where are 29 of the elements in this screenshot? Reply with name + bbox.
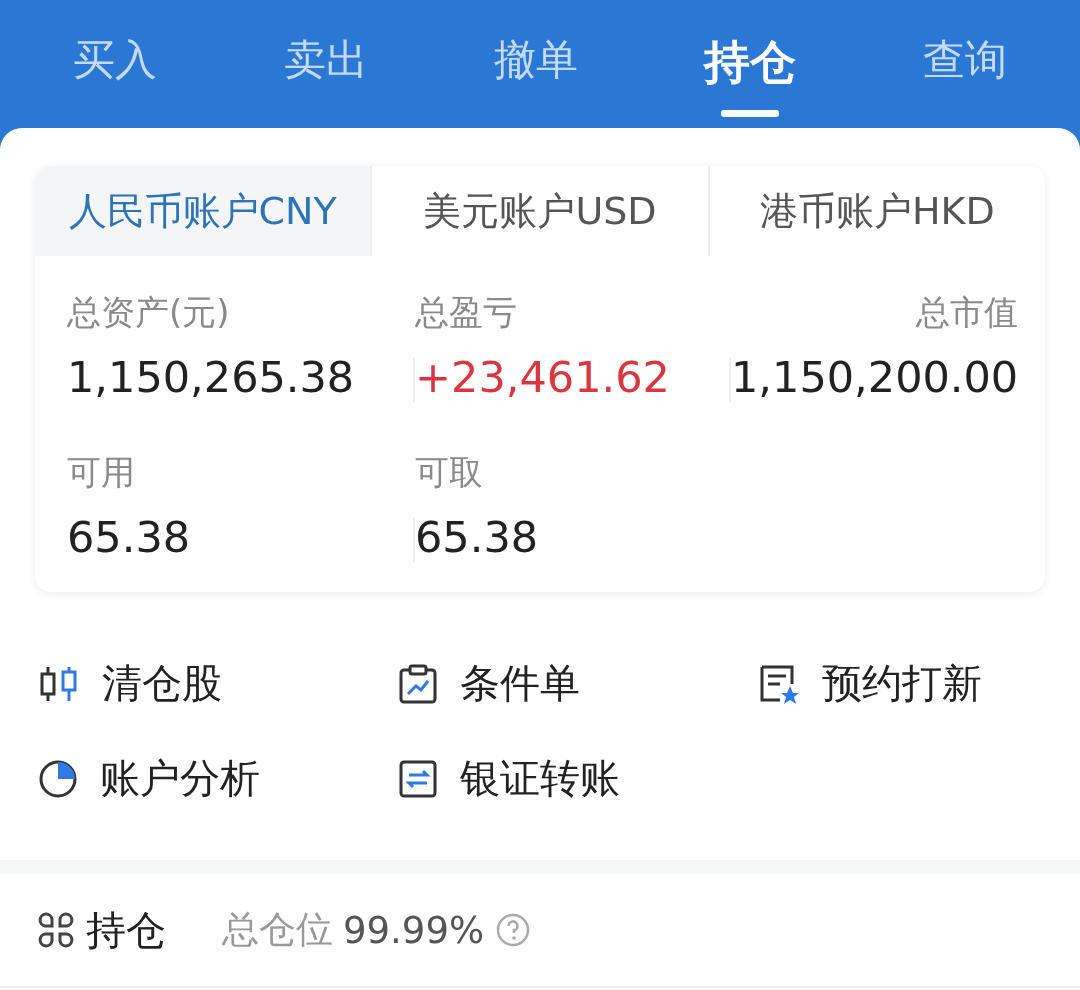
clipboard-chart-icon [398, 663, 438, 704]
help-icon[interactable] [496, 913, 531, 947]
stat-value: 1,150,200.00 [731, 352, 1019, 402]
grid-icon [36, 910, 76, 950]
account-tab[interactable]: 美元账户USD [370, 166, 708, 256]
section-title: 持仓 [86, 905, 166, 955]
transfer-icon [398, 758, 438, 799]
stat-label: 可取 [415, 451, 483, 494]
position-label: 总仓位 [222, 907, 333, 953]
action-link[interactable]: 条件单 [460, 656, 580, 711]
action-link[interactable]: 账户分析 [100, 751, 260, 806]
stat-label: 总盈亏 [415, 291, 517, 334]
position-value: 99.99% [343, 908, 485, 952]
stat-value: 1,150,265.38 [67, 352, 355, 402]
stat-label: 可用 [67, 451, 135, 494]
account-tab[interactable]: 人民币账户CNY [35, 166, 371, 256]
stat-label: 总资产(元) [67, 291, 230, 334]
stat-value: +23,461.62 [415, 352, 670, 402]
action-link[interactable]: 清仓股 [102, 656, 222, 711]
account-tab[interactable]: 港币账户HKD [707, 166, 1045, 256]
action-link[interactable]: 银证转账 [460, 751, 620, 806]
document-star-icon [758, 663, 800, 704]
tab-underline [721, 110, 780, 117]
stat-value: 65.38 [415, 512, 539, 562]
trade-tab[interactable]: 持仓 [704, 32, 797, 94]
stat-label: 总市值 [916, 291, 1019, 334]
stat-value: 65.38 [67, 512, 191, 562]
pie-chart-icon [38, 758, 78, 799]
action-link[interactable]: 预约打新 [822, 656, 982, 711]
